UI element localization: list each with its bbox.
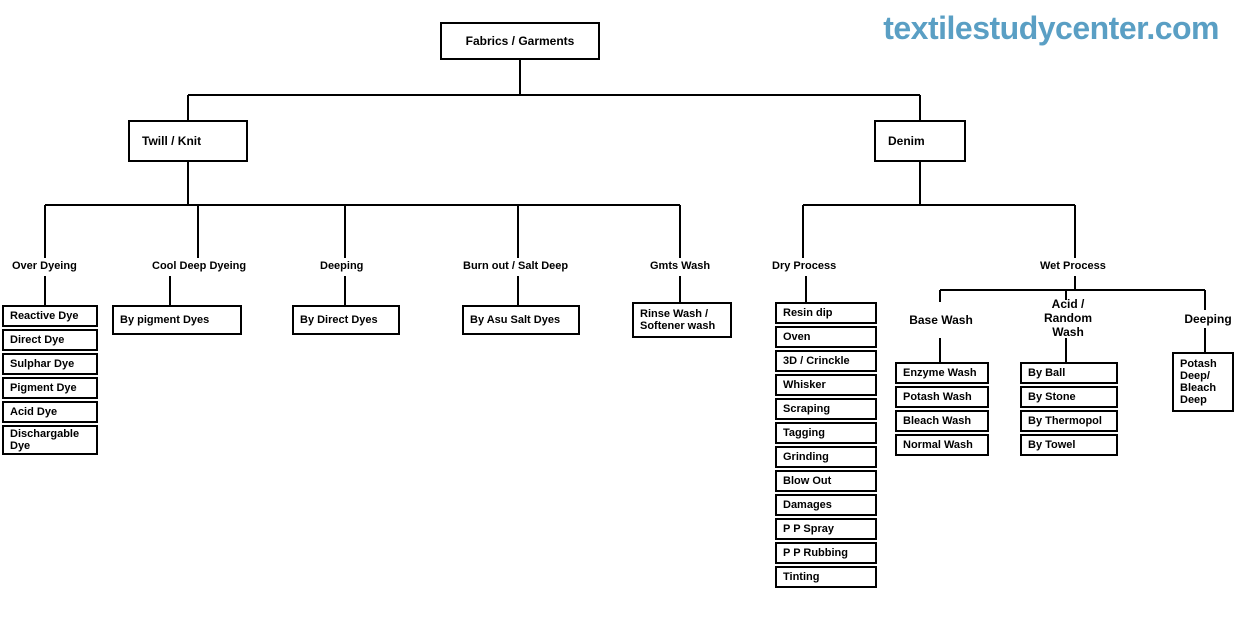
base-label: Base Wash bbox=[898, 302, 984, 338]
od-4: Acid Dye bbox=[2, 401, 98, 423]
dry-0: Resin dip bbox=[775, 302, 877, 324]
od-0: Reactive Dye bbox=[2, 305, 98, 327]
dry-11: Tinting bbox=[775, 566, 877, 588]
root-node: Fabrics / Garments bbox=[440, 22, 600, 60]
burnout-label: Burn out / Salt Deep bbox=[463, 260, 568, 272]
acid-2: By Thermopol bbox=[1020, 410, 1118, 432]
od-5: Dischargable Dye bbox=[2, 425, 98, 455]
twill-node: Twill / Knit bbox=[128, 120, 248, 162]
dry-5: Tagging bbox=[775, 422, 877, 444]
od-1: Direct Dye bbox=[2, 329, 98, 351]
over-dyeing-label: Over Dyeing bbox=[12, 260, 77, 272]
dry-7: Blow Out bbox=[775, 470, 877, 492]
acid-3: By Towel bbox=[1020, 434, 1118, 456]
od-2: Sulphar Dye bbox=[2, 353, 98, 375]
acid-1: By Stone bbox=[1020, 386, 1118, 408]
acid-0: By Ball bbox=[1020, 362, 1118, 384]
dry-label: Dry Process bbox=[772, 260, 836, 272]
dry-6: Grinding bbox=[775, 446, 877, 468]
dry-9: P P Spray bbox=[775, 518, 877, 540]
base-0: Enzyme Wash bbox=[895, 362, 989, 384]
gmts-label: Gmts Wash bbox=[650, 260, 710, 272]
wet-deeping-item: Potash Deep/ Bleach Deep bbox=[1172, 352, 1234, 412]
dry-2: 3D / Crinckle bbox=[775, 350, 877, 372]
deeping-item: By Direct Dyes bbox=[292, 305, 400, 335]
od-3: Pigment Dye bbox=[2, 377, 98, 399]
dry-1: Oven bbox=[775, 326, 877, 348]
burnout-item: By Asu Salt Dyes bbox=[462, 305, 580, 335]
watermark-text: textilestudycenter.com bbox=[883, 10, 1219, 47]
deeping-label: Deeping bbox=[320, 260, 363, 272]
gmts-item: Rinse Wash / Softener wash bbox=[632, 302, 732, 338]
cool-deep-item: By pigment Dyes bbox=[112, 305, 242, 335]
dry-3: Whisker bbox=[775, 374, 877, 396]
base-3: Normal Wash bbox=[895, 434, 989, 456]
base-1: Potash Wash bbox=[895, 386, 989, 408]
dry-4: Scraping bbox=[775, 398, 877, 420]
acid-label: Acid / Random Wash bbox=[1020, 300, 1116, 336]
wet-label: Wet Process bbox=[1040, 260, 1106, 272]
denim-node: Denim bbox=[874, 120, 966, 162]
dry-8: Damages bbox=[775, 494, 877, 516]
base-2: Bleach Wash bbox=[895, 410, 989, 432]
cool-deep-label: Cool Deep Dyeing bbox=[152, 260, 246, 272]
dry-10: P P Rubbing bbox=[775, 542, 877, 564]
wet-deeping-label: Deeping bbox=[1180, 310, 1236, 328]
